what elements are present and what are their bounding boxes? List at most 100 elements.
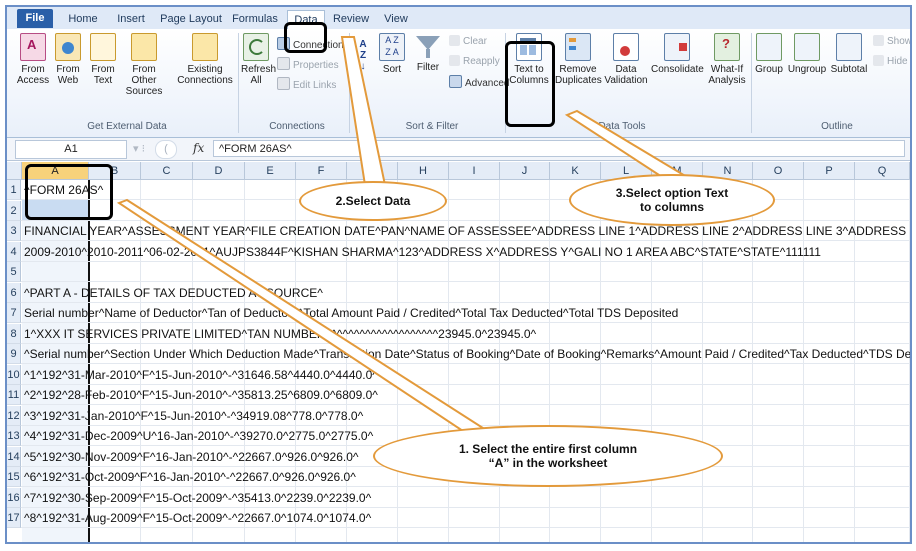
- cell-a-text[interactable]: 2009-2010^2010-2011^06-02-2011^AUJPS3844…: [24, 242, 821, 262]
- cell-a-text[interactable]: ^4^192^31-Dec-2009^U^16-Jan-2010^-^39270…: [24, 426, 373, 446]
- insert-function-icon[interactable]: fx: [193, 140, 204, 157]
- reapply-button[interactable]: Reapply: [449, 55, 500, 69]
- column-header-o[interactable]: O: [753, 162, 804, 180]
- cell-a-text[interactable]: Serial number^Name of Deductor^Tan of De…: [24, 303, 678, 323]
- row-header[interactable]: 4: [7, 241, 21, 262]
- row-header[interactable]: 8: [7, 323, 21, 344]
- column-header-c[interactable]: C: [141, 162, 193, 180]
- row-header[interactable]: 7: [7, 303, 21, 323]
- column-header-e[interactable]: E: [245, 162, 296, 180]
- tab-formulas[interactable]: Formulas: [229, 10, 281, 28]
- column-header-g[interactable]: G: [347, 162, 398, 180]
- column-header-f[interactable]: F: [296, 162, 347, 180]
- worksheet-grid[interactable]: ABCDEFGHIJKLMNOPQ 1 ^FORM 26AS^ 2 3 FINANCIA…: [7, 162, 910, 542]
- cell-a-text[interactable]: ^3^192^31-Jan-2010^F^15-Jun-2010^-^34919…: [24, 406, 363, 426]
- table-row: [21, 180, 910, 200]
- column-header-k[interactable]: K: [550, 162, 601, 180]
- advanced-icon: [449, 75, 462, 88]
- cell-a-text[interactable]: ^PART A - DETAILS OF TAX DEDUCTED AT SOU…: [24, 283, 323, 303]
- tab-view[interactable]: View: [379, 10, 413, 28]
- row-header[interactable]: 6: [7, 282, 21, 303]
- row-header[interactable]: 15: [7, 467, 21, 487]
- column-header-d[interactable]: D: [193, 162, 245, 180]
- cell-a-text[interactable]: FINANCIAL YEAR^ASSESSMENT YEAR^FILE CREA…: [24, 221, 910, 241]
- from-text-button[interactable]: From Text: [87, 33, 119, 86]
- tab-page-layout[interactable]: Page Layout: [159, 10, 223, 28]
- column-header-j[interactable]: J: [500, 162, 550, 180]
- subtotal-button[interactable]: Subtotal: [829, 33, 869, 75]
- ungroup-icon: [794, 33, 820, 61]
- tab-home[interactable]: Home: [65, 10, 101, 28]
- group-button[interactable]: Group: [753, 33, 785, 75]
- row-header[interactable]: 5: [7, 262, 21, 282]
- cell-a-text[interactable]: ^Serial number^Section Under Which Deduc…: [24, 344, 910, 364]
- cell-a-text[interactable]: ^2^192^28-Feb-2010^F^15-Jun-2010^-^35813…: [24, 385, 378, 405]
- callout-step-1-line2: “A” in the worksheet: [488, 456, 608, 470]
- edit-links-button[interactable]: Edit Links: [277, 77, 336, 91]
- select-all-corner[interactable]: [7, 162, 22, 180]
- group-data-tools-label: Data Tools: [598, 121, 646, 132]
- group-outline-label: Outline: [821, 121, 853, 132]
- refresh-all-button[interactable]: Refresh All: [241, 33, 276, 86]
- from-other-sources-button[interactable]: From Other Sources: [119, 33, 169, 97]
- column-header-q[interactable]: Q: [855, 162, 910, 180]
- name-box[interactable]: A1: [15, 140, 127, 159]
- show-detail-icon: [873, 35, 884, 46]
- other-sources-icon: [131, 33, 157, 61]
- sort-button[interactable]: A ZZ A Sort: [377, 33, 407, 75]
- namebox-dropdown-icon[interactable]: ▾ ⁝: [133, 142, 145, 155]
- edit-links-label: Edit Links: [293, 80, 337, 91]
- row-header[interactable]: 9: [7, 344, 21, 364]
- row-header[interactable]: 3: [7, 221, 21, 241]
- column-header-h[interactable]: H: [398, 162, 449, 180]
- data-validation-label: Data Validation: [604, 64, 648, 86]
- cancel-entry-icon[interactable]: (: [155, 140, 177, 159]
- data-validation-button[interactable]: Data Validation: [603, 33, 649, 86]
- row-header[interactable]: 11: [7, 385, 21, 405]
- filter-icon: [416, 33, 440, 59]
- row-header[interactable]: 17: [7, 508, 21, 528]
- properties-button[interactable]: Properties: [277, 57, 339, 71]
- show-detail-button[interactable]: Show: [873, 35, 910, 49]
- cell-a-text[interactable]: ^1^192^31-Mar-2010^F^15-Jun-2010^-^31646…: [24, 365, 378, 385]
- row-header[interactable]: 12: [7, 405, 21, 426]
- row-header[interactable]: 13: [7, 426, 21, 446]
- cell-a-text[interactable]: ^7^192^30-Sep-2009^F^15-Oct-2009^-^35413…: [24, 488, 371, 508]
- filter-button[interactable]: Filter: [413, 33, 443, 73]
- row-header[interactable]: 14: [7, 446, 21, 467]
- what-if-analysis-button[interactable]: ? What-If Analysis: [705, 33, 749, 86]
- callout-step-2: 2.Select Data: [299, 181, 447, 221]
- from-access-button[interactable]: A From Access: [15, 33, 51, 86]
- cell-a-text[interactable]: 1^XXX IT SERVICES PRIVATE LIMITED^TAN NU…: [24, 324, 536, 344]
- tab-review[interactable]: Review: [331, 10, 371, 28]
- row-header[interactable]: 16: [7, 487, 21, 508]
- column-header-p[interactable]: P: [804, 162, 855, 180]
- table-row: [21, 262, 910, 282]
- column-header-i[interactable]: I: [449, 162, 500, 180]
- formula-input[interactable]: ^FORM 26AS^: [213, 140, 905, 157]
- cell-a-text[interactable]: ^8^192^31-Aug-2009^F^15-Oct-2009^-^22667…: [24, 508, 371, 528]
- group-sort-filter-label: Sort & Filter: [405, 121, 459, 132]
- data-validation-icon: [613, 33, 639, 61]
- row-header[interactable]: 2: [7, 200, 21, 221]
- row-header[interactable]: 1: [7, 180, 21, 200]
- ungroup-button[interactable]: Ungroup: [787, 33, 827, 75]
- tab-insert[interactable]: Insert: [111, 10, 151, 28]
- advanced-button[interactable]: Advanced: [449, 75, 509, 89]
- from-web-button[interactable]: From Web: [51, 33, 85, 86]
- existing-connections-button[interactable]: Existing Connections: [177, 33, 233, 86]
- hide-detail-icon: [873, 55, 884, 66]
- cell-a-text[interactable]: ^6^192^31-Oct-2009^F^16-Jan-2010^-^22667…: [24, 467, 356, 487]
- edit-links-icon: [277, 77, 290, 90]
- sort-az-button[interactable]: A Z ↓: [353, 39, 373, 72]
- hide-detail-button[interactable]: Hide: [873, 55, 908, 69]
- remove-duplicates-button[interactable]: Remove Duplicates: [555, 33, 602, 86]
- access-icon: A: [20, 33, 46, 61]
- tab-file[interactable]: File: [17, 9, 53, 28]
- consolidate-button[interactable]: Consolidate: [651, 33, 704, 75]
- consolidate-icon: [664, 33, 690, 61]
- properties-label: Properties: [293, 60, 339, 71]
- cell-a-text[interactable]: ^5^192^30-Nov-2009^F^16-Jan-2010^-^22667…: [24, 447, 359, 467]
- clear-button[interactable]: Clear: [449, 35, 487, 49]
- row-header[interactable]: 10: [7, 364, 21, 385]
